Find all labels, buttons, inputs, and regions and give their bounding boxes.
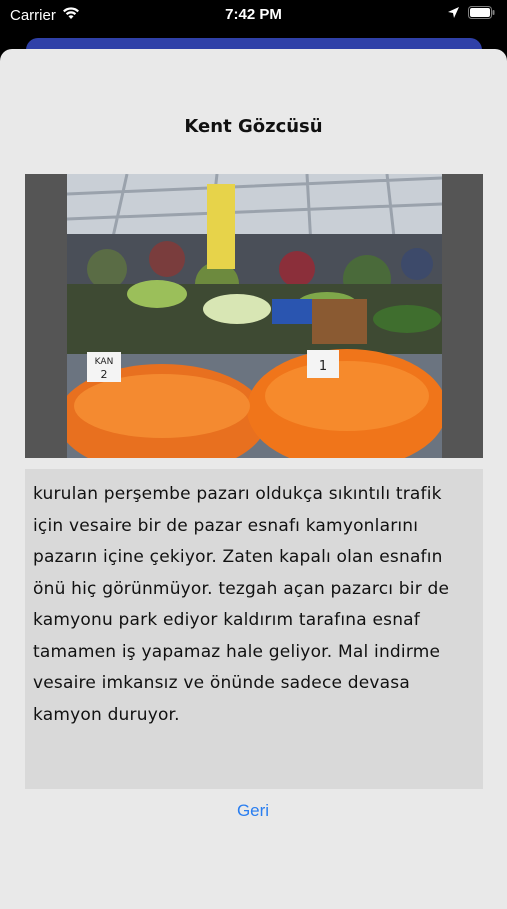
- status-time: 7:42 PM: [225, 6, 282, 23]
- location-arrow-icon: [447, 6, 460, 23]
- back-button[interactable]: Geri: [203, 798, 303, 824]
- photo-sign-kan: KAN: [95, 357, 114, 367]
- battery-icon: [468, 6, 495, 23]
- report-photo: KAN 2 1: [67, 174, 442, 458]
- modal-title: Kent Gözcüsü: [184, 116, 323, 137]
- photo-sign-price-2: 2: [101, 368, 108, 381]
- photo-sign-price-1: 1: [319, 359, 327, 374]
- status-right: [447, 6, 495, 23]
- report-description: kurulan perşembe pazarı oldukça sıkıntıl…: [33, 484, 450, 725]
- status-bar: Carrier 7:42 PM: [0, 0, 507, 30]
- report-photo-frame: KAN 2 1: [25, 174, 483, 458]
- report-description-box: kurulan perşembe pazarı oldukça sıkıntıl…: [25, 469, 483, 789]
